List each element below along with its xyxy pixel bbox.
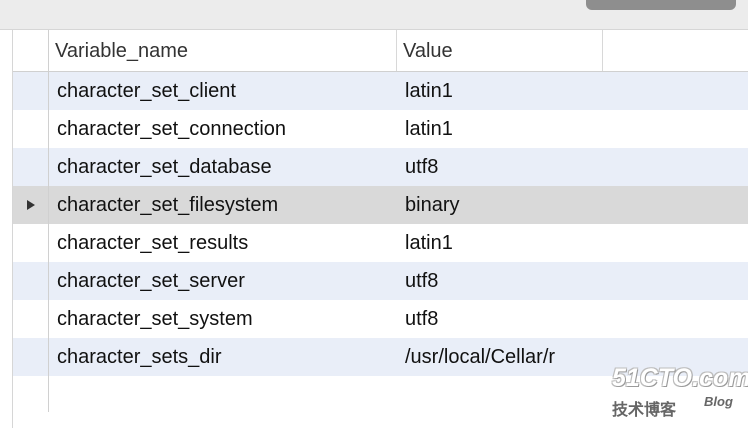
toolbar [0,0,748,30]
table-row[interactable]: character_set_system utf8 [13,300,748,338]
cell-variable-name[interactable]: character_set_database [57,148,397,186]
table-row[interactable]: character_set_server utf8 [13,262,748,300]
grid-rows: character_set_client latin1 character_se… [13,72,748,412]
cell-value[interactable]: utf8 [405,300,599,338]
column-header-variable-name[interactable]: Variable_name [49,30,397,71]
row-indicator [13,262,49,300]
column-header-value[interactable]: Value [397,30,603,71]
row-indicator [13,224,49,262]
cell-value[interactable]: /usr/local/Cellar/r [405,338,599,376]
watermark-logo-text: 51CTO.com [612,364,748,392]
cell-value[interactable]: latin1 [405,224,599,262]
row-indicator [13,338,49,376]
cell-variable-name[interactable]: character_set_connection [57,110,397,148]
row-indicator [13,148,49,186]
cell-value[interactable]: binary [405,186,599,224]
row-indicator [13,300,49,338]
cell-variable-name[interactable]: character_set_system [57,300,397,338]
cell-value[interactable]: latin1 [405,110,599,148]
triangle-right-icon [27,200,35,210]
cell-value[interactable]: latin1 [405,72,599,110]
site-watermark: 51CTO.com 技术博客 Blog [612,364,748,420]
watermark-blog: Blog [704,394,733,409]
table-row[interactable]: character_set_results latin1 [13,224,748,262]
row-indicator [13,376,49,412]
cell-variable-name[interactable]: character_set_client [57,72,397,110]
row-indicator [13,110,49,148]
cell-variable-name[interactable]: character_set_server [57,262,397,300]
watermark-subtitle: 技术博客 [612,402,677,419]
cell-variable-name[interactable]: character_sets_dir [57,338,397,376]
table-row[interactable]: character_set_connection latin1 [13,110,748,148]
table-row[interactable]: character_set_client latin1 [13,72,748,110]
cell-value[interactable]: utf8 [405,262,599,300]
row-indicator [13,72,49,110]
cell-variable-name[interactable]: character_set_filesystem [57,186,397,224]
row-indicator [13,186,49,224]
table-row-selected[interactable]: character_set_filesystem binary [13,186,748,224]
grid-header: Variable_name Value [13,30,748,72]
cell-variable-name[interactable]: character_set_results [57,224,397,262]
header-indicator-column [13,30,49,71]
cell-value[interactable]: utf8 [405,148,599,186]
toolbar-button[interactable] [586,0,736,10]
table-row[interactable]: character_set_database utf8 [13,148,748,186]
